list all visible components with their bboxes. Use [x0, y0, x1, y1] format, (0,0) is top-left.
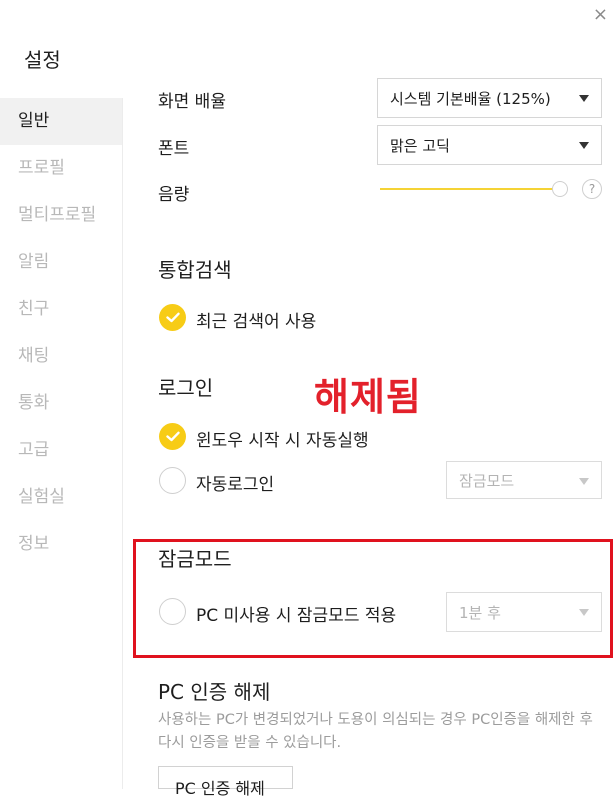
chevron-down-icon — [579, 142, 589, 149]
sidebar-item-general[interactable]: 일반 — [0, 98, 122, 145]
checkmark-icon — [165, 312, 180, 323]
help-icon[interactable]: ? — [582, 179, 602, 199]
sidebar-item-chats[interactable]: 채팅 — [0, 333, 122, 380]
autostart-label: 윈도우 시작 시 자동실행 — [196, 431, 369, 451]
font-select-value: 맑은 고딕 — [390, 136, 450, 155]
login-section-heading: 로그인 — [158, 376, 214, 400]
window-title: 설정 — [24, 48, 61, 72]
sidebar-item-calls[interactable]: 통화 — [0, 380, 122, 427]
zoom-select-value: 시스템 기본배율 (125%) — [390, 89, 551, 108]
search-section-heading: 통합검색 — [158, 258, 232, 282]
recent-search-checkbox[interactable] — [159, 304, 186, 331]
chevron-down-icon — [579, 95, 589, 102]
sidebar-item-notifications[interactable]: 알림 — [0, 239, 122, 286]
pc-auth-section-heading: PC 인증 해제 — [158, 680, 271, 704]
chevron-down-icon — [579, 478, 589, 485]
autologin-mode-value: 잠금모드 — [459, 471, 515, 490]
sidebar-item-labs[interactable]: 실험실 — [0, 474, 122, 521]
checkmark-icon — [165, 431, 180, 442]
sidebar-item-friends[interactable]: 친구 — [0, 286, 122, 333]
autologin-checkbox[interactable] — [159, 467, 186, 494]
zoom-select[interactable]: 시스템 기본배율 (125%) — [377, 78, 602, 118]
lockmode-highlight-box — [133, 539, 613, 658]
autostart-checkbox[interactable] — [159, 423, 186, 450]
volume-label: 음량 — [158, 185, 190, 205]
pc-auth-description: 사용하는 PC가 변경되었거나 도용이 의심되는 경우 PC인증을 해제한 후 … — [158, 712, 593, 751]
sidebar-item-advanced[interactable]: 고급 — [0, 427, 122, 474]
sidebar: 일반 프로필 멀티프로필 알림 친구 채팅 통화 고급 실험실 정보 — [0, 98, 123, 789]
autologin-label: 자동로그인 — [196, 475, 275, 495]
volume-slider-handle[interactable] — [552, 181, 568, 197]
volume-slider-track[interactable] — [380, 188, 553, 190]
font-label: 폰트 — [158, 139, 190, 159]
sidebar-item-profile[interactable]: 프로필 — [0, 145, 122, 192]
zoom-label: 화면 배율 — [158, 92, 226, 112]
sidebar-item-multiprofile[interactable]: 멀티프로필 — [0, 192, 122, 239]
recent-search-label: 최근 검색어 사용 — [196, 312, 317, 332]
pc-auth-release-button[interactable]: PC 인증 해제 — [158, 766, 293, 798]
sidebar-item-info[interactable]: 정보 — [0, 521, 122, 568]
annotation-released: 해제됨 — [314, 375, 422, 419]
font-select[interactable]: 맑은 고딕 — [377, 125, 602, 165]
autologin-mode-select[interactable]: 잠금모드 — [446, 461, 602, 499]
settings-content: 화면 배율 시스템 기본배율 (125%) 폰트 맑은 고딕 음량 ? 통합검색… — [123, 0, 616, 798]
